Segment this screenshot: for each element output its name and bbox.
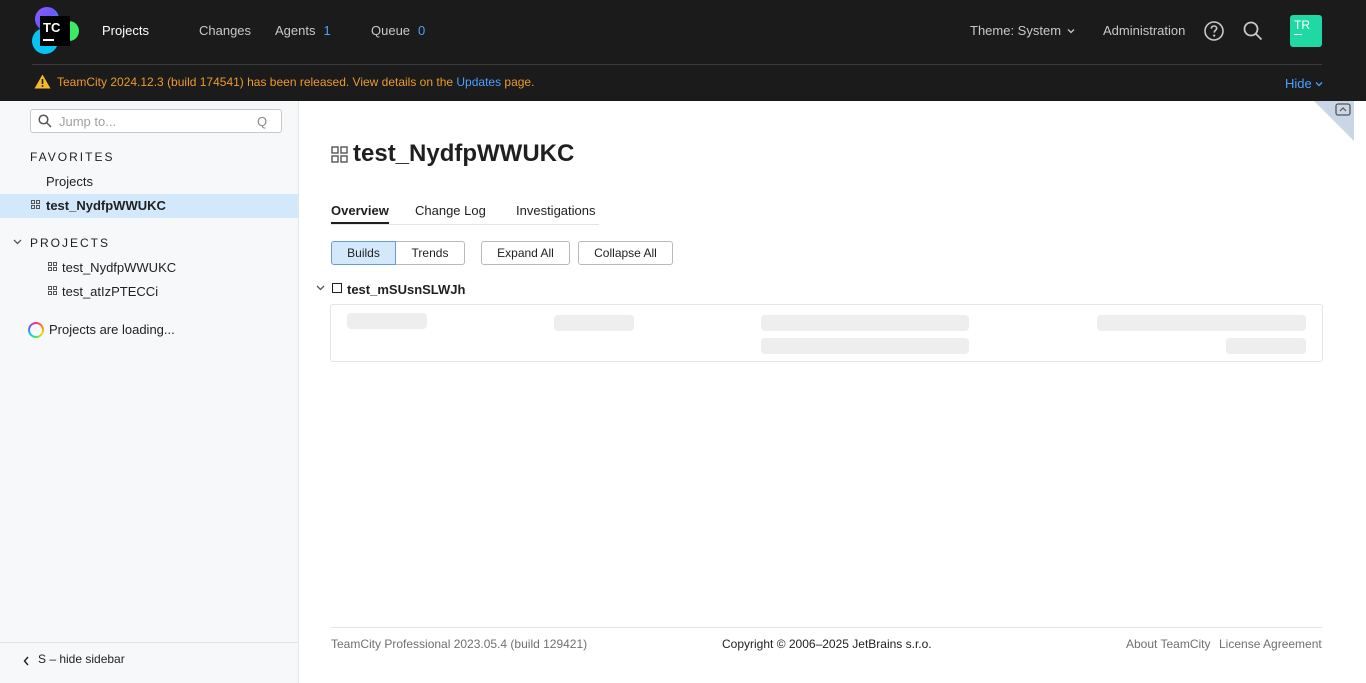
page-title: test_NydfpWWUKC: [353, 140, 575, 167]
skeleton-placeholder: [761, 338, 969, 354]
warning-icon: [34, 74, 51, 89]
updates-link[interactable]: Updates: [456, 75, 501, 89]
license-agreement-link[interactable]: License Agreement: [1219, 637, 1322, 652]
nav-queue-label: Queue: [371, 23, 411, 38]
chevron-down-icon[interactable]: [13, 239, 22, 245]
chevron-down-icon[interactable]: [316, 285, 325, 291]
tab-overview[interactable]: Overview: [331, 202, 389, 219]
favorite-item-projects[interactable]: Projects: [46, 173, 93, 190]
chevron-down-icon: [1315, 82, 1323, 87]
nav-agents[interactable]: Agents 1: [275, 22, 331, 39]
queue-count-badge: 0: [418, 23, 426, 38]
hide-sidebar-button[interactable]: S – hide sidebar: [0, 642, 298, 683]
theme-selector[interactable]: Theme: System: [970, 22, 1075, 39]
jump-to-search[interactable]: Q: [30, 109, 282, 133]
administration-link[interactable]: Administration: [1103, 22, 1185, 39]
builds-view-button[interactable]: Builds: [331, 241, 396, 265]
banner-text-before: TeamCity 2024.12.3 (build 174541) has be…: [57, 75, 457, 89]
top-header: TC Projects Changes Agents 1 Queue 0 Theme…: [0, 0, 1366, 101]
user-avatar[interactable]: TR: [1290, 15, 1322, 47]
skeleton-placeholder: [1097, 315, 1306, 331]
header-divider: [32, 64, 1322, 65]
nav-changes[interactable]: Changes: [199, 22, 251, 39]
trends-view-button[interactable]: Trends: [396, 241, 465, 265]
agents-count-badge: 1: [323, 23, 331, 38]
project-item[interactable]: test_atIzPTECCi: [62, 283, 158, 300]
feedback-corner-icon[interactable]: [1314, 101, 1354, 141]
svg-text:TC: TC: [43, 20, 61, 35]
collapse-all-button[interactable]: Collapse All: [578, 241, 673, 265]
project-icon: [48, 286, 57, 295]
jump-to-input[interactable]: [59, 113, 249, 129]
loading-spinner-icon: [28, 322, 44, 338]
update-banner: TeamCity 2024.12.3 (build 174541) has be…: [34, 74, 534, 91]
spinner-hole: [30, 324, 42, 336]
hide-sidebar-label: S – hide sidebar: [38, 652, 125, 666]
active-tab-indicator: [331, 222, 389, 224]
banner-text-after: page.: [501, 75, 535, 89]
teamcity-logo[interactable]: TC: [31, 7, 79, 55]
chevron-down-icon: [1067, 29, 1075, 34]
build-config-icon: [332, 283, 342, 293]
project-icon: [48, 262, 57, 271]
avatar-underline: [1294, 34, 1302, 35]
projects-heading[interactable]: PROJECTS: [30, 236, 110, 251]
about-teamcity-link[interactable]: About TeamCity: [1126, 637, 1211, 652]
footer-divider: [331, 627, 1322, 628]
hide-banner-button[interactable]: Hide: [1285, 75, 1323, 92]
footer-version: TeamCity Professional 2023.05.4 (build 1…: [331, 637, 588, 651]
tab-investigations[interactable]: Investigations: [516, 202, 596, 219]
help-icon[interactable]: [1203, 20, 1225, 42]
project-icon: [31, 200, 40, 209]
avatar-initials: TR: [1294, 18, 1310, 32]
skeleton-placeholder: [1226, 338, 1306, 354]
skeleton-placeholder: [761, 315, 969, 331]
build-loading-card: [330, 304, 1323, 362]
chevron-left-icon: [23, 656, 29, 666]
search-icon: [38, 114, 52, 128]
sidebar: Q FAVORITES Projects test_NydfpWWUKC PRO…: [0, 101, 299, 683]
nav-agents-label: Agents: [275, 23, 316, 38]
build-configuration-name[interactable]: test_mSUsnSLWJh: [347, 281, 465, 298]
project-icon: [331, 146, 348, 163]
theme-label: Theme: System: [970, 23, 1062, 38]
hide-banner-label: Hide: [1285, 76, 1312, 91]
expand-all-button[interactable]: Expand All: [481, 241, 570, 265]
search-icon[interactable]: [1242, 20, 1264, 42]
favorite-item-project[interactable]: test_NydfpWWUKC: [46, 197, 166, 214]
project-tabs: Overview Change Log Investigations: [331, 195, 599, 225]
search-shortcut-hint: Q: [257, 114, 268, 129]
skeleton-placeholder: [554, 315, 634, 331]
projects-loading-text: Projects are loading...: [49, 322, 175, 337]
tab-change-log[interactable]: Change Log: [415, 202, 486, 219]
favorites-heading: FAVORITES: [30, 150, 115, 164]
skeleton-placeholder: [347, 313, 427, 329]
project-item[interactable]: test_NydfpWWUKC: [62, 259, 176, 276]
footer-copyright: Copyright © 2006–2025 JetBrains s.r.o.: [722, 637, 932, 651]
nav-projects[interactable]: Projects: [102, 22, 149, 39]
nav-queue[interactable]: Queue 0: [371, 22, 425, 39]
